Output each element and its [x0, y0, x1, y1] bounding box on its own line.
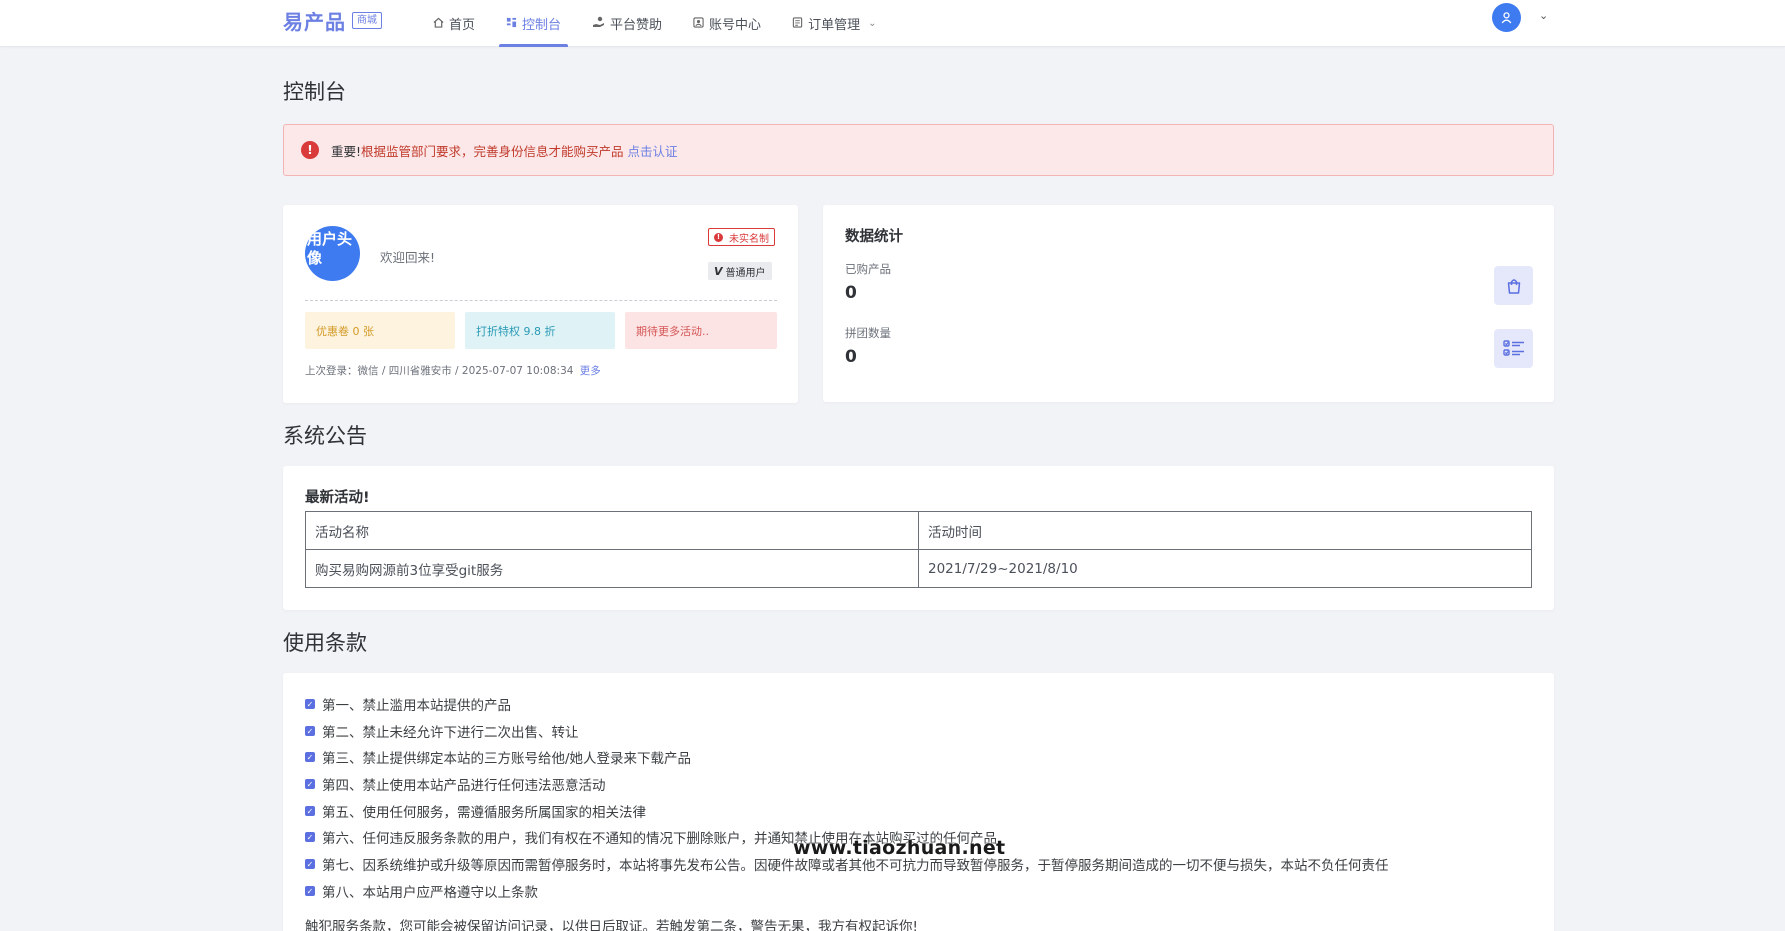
- divider: [305, 300, 777, 301]
- top-navbar: 易产品 商城 首页 控制台 平台赞助 账号中心 订单管理 ⌄ ⌄: [0, 0, 1785, 47]
- verification-alert: ! 重要! 根据监管部门要求，完善身份信息才能购买产品 点击认证: [283, 124, 1554, 176]
- table-cell: 购买易购网源前3位享受git服务: [305, 549, 919, 588]
- checkbox-icon: ✓: [305, 886, 315, 896]
- terms-footer: 触犯服务条款，您可能会被保留访问记录，以供日后取证。若触发第二条，警告无果，我方…: [305, 919, 918, 931]
- list-item: ✓ 第八、本站用户应严格遵守以上条款: [305, 881, 538, 901]
- terms-card: ✓ 第一、禁止滥用本站提供的产品 ✓ 第二、禁止未经允许下进行二次出售、转让 ✓ 第三…: [283, 673, 1554, 931]
- nav-item-label: 订单管理: [808, 18, 861, 33]
- watermark: www.tiaozhuan.net: [793, 837, 1006, 859]
- user-menu-avatar[interactable]: [1492, 3, 1521, 32]
- last-login-info: 上次登录：微信 / 四川省雅安市 / 2025-07-07 10:08:34 更…: [305, 363, 601, 378]
- stat-value-purchased: 0: [845, 283, 857, 303]
- checklist-icon: [1494, 329, 1533, 368]
- term-text: 第三、禁止提供绑定本站的三方账号给他/她人登录来下载产品: [322, 751, 692, 767]
- user-menu-chevron-icon[interactable]: ⌄: [1539, 9, 1548, 22]
- stats-title: 数据统计: [845, 229, 903, 245]
- term-text: 第一、禁止滥用本站提供的产品: [322, 698, 511, 714]
- list-item: ✓ 第一、禁止滥用本站提供的产品: [305, 694, 511, 714]
- logo[interactable]: 易产品 商城: [283, 6, 382, 35]
- stat-label-groups: 拼团数量: [845, 326, 891, 340]
- stat-value-groups: 0: [845, 347, 857, 367]
- last-login-more-link[interactable]: 更多: [580, 365, 601, 377]
- nav-item-label: 首页: [449, 18, 476, 33]
- stats-card: 数据统计 已购产品 0 拼团数量 0: [823, 205, 1554, 402]
- user-icon: [1501, 12, 1512, 24]
- terms-section-title: 使用条款: [283, 631, 367, 655]
- main-nav: 首页 控制台 平台赞助 账号中心 订单管理 ⌄: [422, 0, 896, 47]
- table-header-cell: 活动名称: [305, 511, 919, 550]
- home-icon: [433, 17, 444, 31]
- nav-item-dashboard[interactable]: 控制台: [495, 0, 572, 47]
- checkbox-icon: ✓: [305, 699, 315, 709]
- alert-message: 根据监管部门要求，完善身份信息才能购买产品: [361, 143, 624, 159]
- checkbox-icon: ✓: [305, 806, 315, 816]
- shopping-bag-icon: [1494, 266, 1533, 305]
- checkbox-icon: ✓: [305, 832, 315, 842]
- list-item: ✓ 第二、禁止未经允许下进行二次出售、转让: [305, 721, 579, 741]
- logo-text: 易产品: [283, 10, 346, 34]
- chevron-down-icon: ⌄: [868, 18, 877, 29]
- notice-card: 最新活动! 活动名称 活动时间 购买易购网源前3位享受git服务 2021/7/…: [283, 466, 1554, 610]
- logo-badge: 商城: [352, 12, 382, 29]
- account-icon: [693, 16, 704, 31]
- list-item: ✓ 第四、禁止使用本站产品进行任何违法恶意活动: [305, 774, 606, 794]
- user-level-label: 普通用户: [725, 267, 766, 279]
- user-info-card: 用户头像 欢迎回来! ! 未实名制 V 普通用户 优惠卷 0 张 打折特权 9.…: [283, 205, 798, 403]
- order-icon: [792, 16, 803, 31]
- donate-icon: [592, 16, 605, 31]
- stat-label-purchased: 已购产品: [845, 262, 891, 276]
- nav-item-label: 平台赞助: [610, 18, 663, 33]
- dashboard-icon: [506, 17, 517, 31]
- table-header-cell: 活动时间: [918, 511, 1532, 550]
- table-row: 购买易购网源前3位享受git服务 2021/7/29~2021/8/10: [305, 549, 1532, 588]
- checkbox-icon: ✓: [305, 726, 315, 736]
- user-avatar: 用户头像: [305, 226, 360, 281]
- nav-item-sponsor[interactable]: 平台赞助: [581, 0, 673, 47]
- term-text: 第五、使用任何服务，需遵循服务所属国家的相关法律: [322, 805, 646, 821]
- checkbox-icon: ✓: [305, 779, 315, 789]
- alert-strong: 重要!: [331, 143, 362, 159]
- nav-item-orders[interactable]: 订单管理 ⌄: [781, 0, 887, 47]
- user-level-badge: V 普通用户: [708, 262, 772, 280]
- notice-heading: 最新活动!: [305, 490, 370, 506]
- welcome-text: 欢迎回来!: [380, 250, 436, 265]
- vip-icon: V: [714, 264, 723, 278]
- activity-table: 活动名称 活动时间 购买易购网源前3位享受git服务 2021/7/29~202…: [305, 511, 1532, 588]
- list-item: ✓ 第三、禁止提供绑定本站的三方账号给他/她人登录来下载产品: [305, 747, 691, 767]
- table-header-row: 活动名称 活动时间: [305, 511, 1532, 550]
- checkbox-icon: ✓: [305, 859, 315, 869]
- table-cell: 2021/7/29~2021/8/10: [918, 549, 1532, 588]
- term-text: 第四、禁止使用本站产品进行任何违法恶意活动: [322, 778, 606, 794]
- unverified-badge[interactable]: ! 未实名制: [708, 228, 775, 246]
- unverified-badge-label: 未实名制: [729, 233, 769, 245]
- exclamation-icon: !: [714, 232, 723, 242]
- nav-item-home[interactable]: 首页: [422, 0, 486, 47]
- nav-item-label: 控制台: [522, 18, 562, 33]
- last-login-text: 上次登录：微信 / 四川省雅安市 / 2025-07-07 10:08:34: [305, 365, 574, 377]
- term-text: 第二、禁止未经允许下进行二次出售、转让: [322, 725, 579, 741]
- nav-item-label: 账号中心: [709, 18, 762, 33]
- list-item: ✓ 第五、使用任何服务，需遵循服务所属国家的相关法律: [305, 801, 646, 821]
- exclamation-icon: !: [301, 141, 319, 159]
- checkbox-icon: ✓: [305, 752, 315, 762]
- discount-perk[interactable]: 打折特权 9.8 折: [465, 312, 615, 349]
- page-title: 控制台: [283, 80, 346, 104]
- coupon-perk[interactable]: 优惠卷 0 张: [305, 312, 455, 349]
- nav-item-account[interactable]: 账号中心: [682, 0, 772, 47]
- more-activities-perk[interactable]: 期待更多活动..: [625, 312, 777, 349]
- notice-section-title: 系统公告: [283, 424, 367, 448]
- verify-link[interactable]: 点击认证: [628, 141, 678, 160]
- term-text: 第八、本站用户应严格遵守以上条款: [322, 885, 538, 901]
